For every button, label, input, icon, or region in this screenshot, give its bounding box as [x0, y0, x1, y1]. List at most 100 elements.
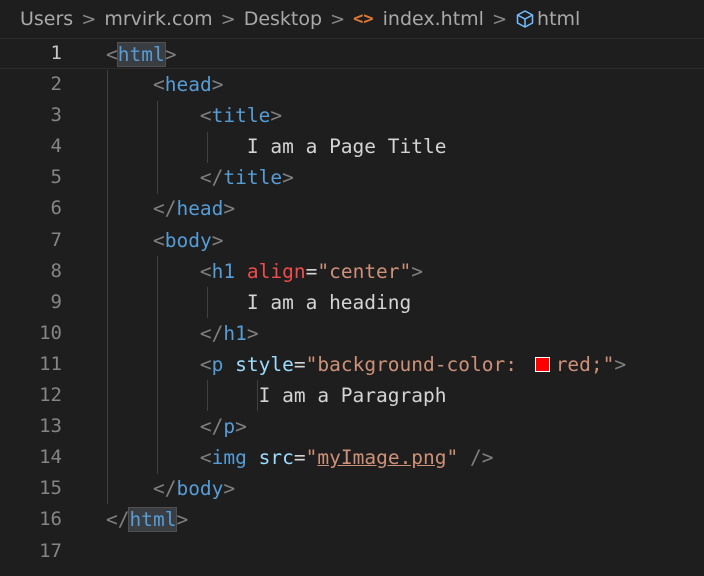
- line-number: 14: [39, 446, 62, 469]
- line-number: 7: [50, 228, 62, 251]
- tag-name: head: [164, 73, 212, 97]
- tag-name: title: [211, 104, 271, 128]
- line-number: 3: [50, 104, 62, 127]
- bracket: />: [470, 446, 494, 470]
- attribute-value: red;": [555, 352, 615, 376]
- code-line[interactable]: <body>: [106, 225, 704, 256]
- code-area[interactable]: <html> <head> <title> I am a Page Title …: [0, 38, 704, 567]
- bracket: <: [106, 43, 118, 66]
- string-quote: ": [446, 446, 459, 470]
- line-number-gutter: 1 2 3 4 5 6 7 8 9 10 11 12 13 14 15 16 1…: [0, 38, 74, 567]
- bracket: >: [211, 73, 224, 97]
- bracket: </: [199, 321, 224, 345]
- bracket: </: [152, 197, 177, 221]
- color-swatch[interactable]: [534, 356, 550, 372]
- breadcrumb-separator: >: [81, 8, 97, 30]
- bracket: >: [223, 477, 236, 501]
- breadcrumb-item-desktop[interactable]: Desktop: [244, 8, 322, 30]
- bracket: <: [199, 352, 212, 376]
- code-line[interactable]: <title>: [106, 100, 704, 131]
- bracket: <: [199, 259, 212, 283]
- attribute-value: "background-color:: [305, 352, 529, 376]
- tag-name: img: [211, 446, 247, 470]
- code-line[interactable]: I am a heading: [106, 287, 704, 318]
- code-line[interactable]: [106, 536, 704, 567]
- breadcrumb-item-symbol[interactable]: html: [537, 8, 580, 30]
- code-editor[interactable]: Users > mrvirk.com > Desktop > <> index.…: [0, 0, 704, 576]
- tag-name: body: [164, 228, 212, 252]
- line-number: 5: [50, 166, 62, 189]
- bracket: >: [235, 415, 247, 439]
- bracket: </: [152, 477, 177, 501]
- code-line[interactable]: <h1 align="center">: [106, 256, 704, 287]
- bracket: >: [211, 228, 224, 252]
- line-number: 17: [39, 539, 62, 562]
- breadcrumb-item-file[interactable]: index.html: [383, 8, 484, 30]
- code-line[interactable]: I am a Paragraph: [106, 380, 704, 411]
- code-line[interactable]: </head>: [106, 193, 704, 224]
- tag-name: p: [211, 352, 224, 376]
- tag-name: body: [176, 477, 224, 501]
- bracket: <: [152, 73, 165, 97]
- cube-symbol-icon: [516, 10, 534, 28]
- line-number: 2: [50, 73, 62, 96]
- bracket: <: [152, 228, 165, 252]
- code-line[interactable]: <html>: [0, 38, 704, 70]
- attribute-name: align: [246, 259, 306, 283]
- file-link[interactable]: myImage.png: [317, 446, 446, 469]
- bracket: >: [223, 197, 236, 221]
- line-number: 13: [39, 415, 62, 438]
- text-content: I am a Page Title: [246, 135, 447, 159]
- code-line[interactable]: I am a Page Title: [106, 131, 704, 162]
- line-number: 6: [50, 197, 62, 220]
- line-number: 16: [39, 508, 62, 531]
- bracket: >: [164, 43, 177, 66]
- code-line[interactable]: </h1>: [106, 318, 704, 349]
- bracket: >: [176, 508, 189, 532]
- line-number: 12: [39, 384, 62, 407]
- tag-name: head: [176, 197, 224, 221]
- line-number: 11: [39, 352, 62, 375]
- code-line[interactable]: <p style="background-color: red;">: [106, 349, 704, 380]
- breadcrumb-item-users[interactable]: Users: [20, 8, 73, 30]
- tag-name: p: [223, 415, 236, 439]
- tag-name: title: [223, 166, 283, 190]
- bracket: </: [199, 415, 224, 439]
- attribute-name: src: [258, 446, 294, 470]
- bracket: >: [411, 259, 424, 283]
- html-file-icon: <>: [353, 9, 374, 29]
- line-number: 10: [39, 321, 62, 344]
- attribute-value: "center": [317, 259, 412, 283]
- bracket: >: [614, 352, 627, 376]
- code-line[interactable]: <img src="myImage.png" />: [106, 442, 704, 473]
- breadcrumb-item-mrvirk[interactable]: mrvirk.com: [104, 8, 212, 30]
- line-number: 4: [50, 135, 62, 158]
- code-line[interactable]: </p>: [106, 411, 704, 442]
- tag-name: html: [128, 507, 178, 533]
- bracket: </: [199, 166, 224, 190]
- line-number: 8: [50, 259, 62, 282]
- text-content: I am a Paragraph: [258, 384, 447, 408]
- breadcrumb-separator: >: [491, 8, 508, 30]
- code-line[interactable]: <head>: [106, 69, 704, 100]
- bracket: </: [106, 508, 130, 532]
- equals: =: [293, 446, 306, 470]
- code-line[interactable]: </html>: [106, 504, 704, 535]
- code-line[interactable]: </body>: [106, 473, 704, 504]
- attribute-name: style: [235, 352, 294, 376]
- breadcrumb: Users > mrvirk.com > Desktop > <> index.…: [0, 0, 704, 38]
- bracket: <: [199, 446, 212, 470]
- tag-name: h1: [211, 259, 236, 283]
- bracket: >: [282, 166, 294, 190]
- string-quote: ": [305, 446, 318, 470]
- line-number: 9: [50, 290, 62, 313]
- breadcrumb-separator: >: [220, 8, 236, 30]
- tag-name: html: [116, 42, 166, 67]
- bracket: >: [246, 321, 259, 345]
- line-number: 15: [39, 477, 62, 500]
- equals: =: [305, 259, 318, 283]
- equals: =: [293, 352, 306, 376]
- code-line[interactable]: </title>: [106, 162, 704, 193]
- tag-name: h1: [223, 321, 247, 345]
- bracket: <: [199, 104, 212, 128]
